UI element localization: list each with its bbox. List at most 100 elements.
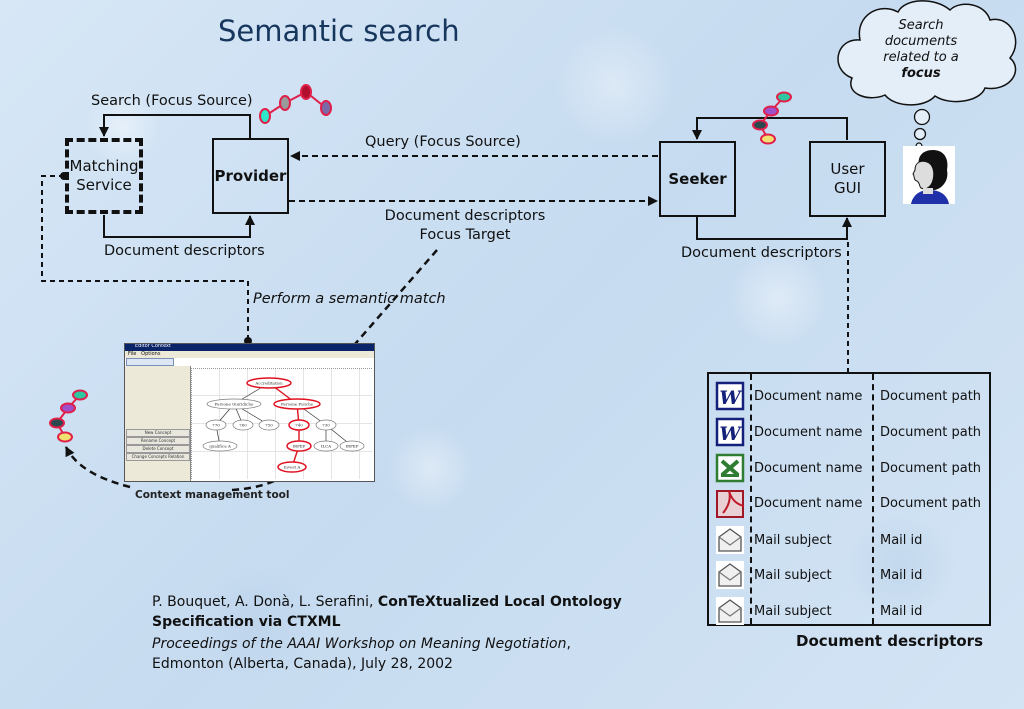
tree-node-label: 730: [322, 423, 330, 428]
document-row[interactable]: Mail subject Mail id: [709, 522, 989, 558]
focus-chain-link: [264, 90, 327, 117]
tool-menubar: File Options: [125, 351, 374, 358]
focus-bead: [72, 389, 88, 401]
user-person-icon: [903, 146, 955, 204]
label-doc-descriptors-left: Document descriptors: [104, 243, 265, 259]
thought-dot-large: [913, 108, 931, 126]
edge-doc-descriptors-right: [696, 216, 852, 240]
thought-dot-medium: [913, 127, 927, 141]
edge-tool-to-focus: [64, 446, 131, 489]
tool-left-panel: New Concept Rename Concept Delete Concep…: [125, 366, 191, 481]
tool-button-delete-concept: Delete Concept: [126, 445, 190, 453]
tree-node-label: Persone Fisiche: [281, 402, 314, 407]
reference-authors: P. Bouquet, A. Donà, L. Serafini,: [152, 594, 378, 610]
document-name: Document name: [754, 388, 863, 404]
node-user-gui[interactable]: User GUI: [809, 141, 886, 217]
pdf-icon: [715, 488, 745, 518]
document-path: Mail id: [880, 567, 923, 583]
tree-node-label: qualifica A: [209, 444, 231, 449]
focus-bead: [57, 431, 73, 443]
node-seeker-label: Seeker: [668, 169, 727, 188]
focus-bead: [776, 91, 792, 103]
reference-citation: P. Bouquet, A. Donà, L. Serafini, ConTeX…: [152, 592, 622, 674]
document-path: Document path: [880, 388, 982, 404]
node-matching-service[interactable]: Matching Service: [65, 138, 143, 214]
tree-node-label: ILCA: [321, 444, 331, 449]
reference-venue-suffix: ,: [566, 636, 571, 652]
label-search-focus-source: Search (Focus Source): [91, 93, 253, 109]
focus-bead: [259, 108, 271, 124]
document-path: Mail id: [880, 603, 923, 619]
label-doc-descriptors-focus-line1: Document descriptors: [384, 208, 546, 224]
tree-node-label: Invest A: [284, 465, 301, 470]
document-name: Mail subject: [754, 567, 832, 583]
thought-line-4: focus: [901, 66, 941, 81]
focus-chain-tool: [49, 389, 88, 443]
tool-button-rename-concept: Rename Concept: [126, 437, 190, 445]
focus-bead: [320, 100, 332, 116]
focus-bead: [300, 84, 312, 100]
document-path: Document path: [880, 495, 982, 511]
label-doc-descriptors-right: Document descriptors: [681, 245, 842, 261]
svg-text:W: W: [719, 387, 742, 409]
excel-icon: [715, 453, 745, 483]
focus-bead: [763, 105, 779, 117]
node-user-gui-label: User GUI: [830, 160, 865, 197]
tree-node-label: Persone Giuridiche: [215, 402, 254, 407]
context-management-tool-screenshot: Editor Context File Options New Concept …: [124, 343, 375, 482]
document-row[interactable]: Document name Document path: [709, 485, 989, 521]
node-provider[interactable]: Provider: [212, 138, 289, 214]
focus-bead: [279, 95, 291, 111]
node-seeker[interactable]: Seeker: [659, 141, 736, 217]
reference-venue: Proceedings of the AAAI Workshop on Mean…: [152, 636, 567, 652]
document-row[interactable]: W Document name Document path: [709, 414, 989, 450]
tree-node-label: 740: [295, 423, 303, 428]
document-path: Document path: [880, 460, 982, 476]
document-row[interactable]: Mail subject Mail id: [709, 593, 989, 629]
tree-node-label: IRPEF: [293, 444, 306, 449]
reference-title-line2: Specification via CTXML: [152, 614, 341, 630]
tool-caption: Context management tool: [135, 489, 290, 501]
thought-line-1: Search: [898, 18, 944, 33]
tool-tree-canvas: Accreditation Persone Giuridiche Persone F…: [191, 368, 372, 479]
document-row[interactable]: W Document name Document path: [709, 378, 989, 414]
reference-title-line1: ConTeXtualized Local Ontology: [377, 594, 622, 610]
document-descriptors-table: W Document name Document path W Document nam…: [707, 372, 991, 626]
mail-icon: [715, 560, 745, 590]
tree-node-label: 770: [212, 423, 220, 428]
document-row[interactable]: Mail subject Mail id: [709, 557, 989, 593]
focus-bead: [60, 402, 76, 414]
document-path: Document path: [880, 424, 982, 440]
focus-bead: [752, 119, 768, 131]
node-matching-service-label: Matching Service: [69, 157, 139, 194]
tree-node-label: Accreditation: [254, 381, 283, 386]
thought-line-3: related to a: [883, 50, 959, 65]
focus-bead: [760, 133, 776, 145]
document-path: Mail id: [880, 532, 923, 548]
document-row[interactable]: Document name Document path: [709, 450, 989, 486]
label-query-focus-source: Query (Focus Source): [365, 134, 521, 150]
document-name: Mail subject: [754, 532, 832, 548]
tool-titlebar: Editor Context: [125, 344, 374, 351]
label-perform-semantic-match: Perform a semantic match: [253, 291, 446, 307]
thought-line-2: documents: [884, 34, 958, 49]
document-name: Document name: [754, 495, 863, 511]
word-icon: W: [715, 417, 745, 447]
reference-location: Edmonton (Alberta, Canada), July 28, 200…: [152, 656, 453, 672]
document-name: Document name: [754, 460, 863, 476]
label-doc-descriptors-focus-line2: Focus Target: [419, 227, 511, 243]
tool-menu-options: Options: [141, 351, 161, 357]
focus-chain-provider: [259, 84, 332, 124]
document-name: Mail subject: [754, 603, 832, 619]
word-icon: W: [715, 381, 745, 411]
mail-icon: [715, 596, 745, 626]
tool-tab: [126, 358, 174, 366]
node-provider-label: Provider: [214, 166, 287, 185]
edge-doc-descriptors-left: [103, 215, 255, 238]
tool-menu-file: File: [128, 351, 137, 357]
tree-node-label: IRPEF: [346, 444, 359, 449]
document-name: Document name: [754, 424, 863, 440]
tree-node-label: 760: [239, 423, 247, 428]
page-title: Semantic search: [218, 14, 460, 48]
tool-button-new-concept: New Concept: [126, 429, 190, 437]
